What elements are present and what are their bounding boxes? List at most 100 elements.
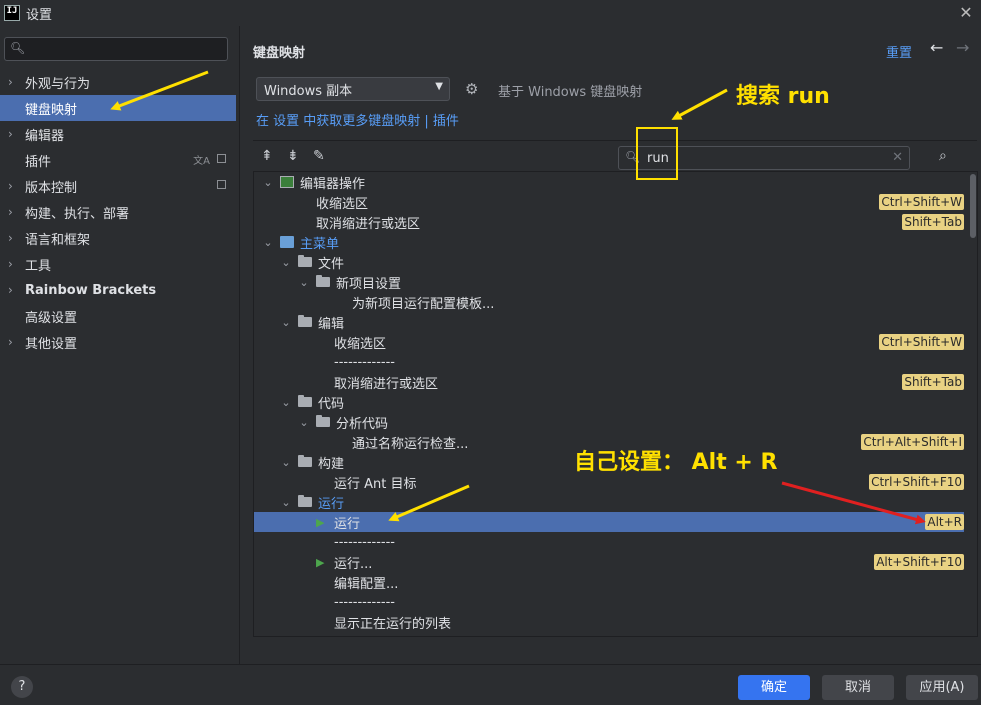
chevron-down-icon[interactable]: ⌄ <box>262 176 274 189</box>
project-scope-icon <box>217 154 226 163</box>
chevron-right-icon[interactable]: › <box>8 231 20 245</box>
tree-row-label: 显示正在运行的列表 <box>334 616 452 632</box>
action-search-field[interactable] <box>647 151 877 166</box>
folder-icon <box>298 315 312 327</box>
apply-button[interactable]: 应用(A) <box>906 675 978 700</box>
search-highlight-box <box>636 127 678 180</box>
chevron-down-icon[interactable]: ⌄ <box>280 396 292 409</box>
tree-row[interactable]: 编辑配置... <box>254 572 964 592</box>
chevron-right-icon[interactable]: › <box>8 75 20 89</box>
tree-row-label: 取消缩进行或选区 <box>334 376 439 392</box>
chevron-right-icon[interactable]: › <box>8 127 20 141</box>
tree-row[interactable]: ⌄ 代码 <box>254 392 964 412</box>
tree-row[interactable]: 显示正在运行的列表 <box>254 612 964 632</box>
chevron-down-icon[interactable]: ⌄ <box>280 316 292 329</box>
chevron-right-icon[interactable]: › <box>8 205 20 219</box>
sidebar-item[interactable]: › 构建、执行、部署 <box>0 199 236 225</box>
tree-row-label: 收缩选区 <box>316 196 369 212</box>
tree-row[interactable]: ⌄ 编辑 <box>254 312 964 332</box>
run-play-icon: ▶ <box>316 555 325 569</box>
sidebar-item[interactable]: 高级设置 <box>0 303 236 329</box>
shortcut-badge: Alt+Shift+F10 <box>874 554 964 570</box>
clear-search-icon[interactable]: ✕ <box>892 150 903 165</box>
chevron-down-icon[interactable]: ⌄ <box>280 256 292 269</box>
expand-all-icon[interactable]: ⇞ <box>261 148 273 164</box>
chevron-right-icon[interactable]: › <box>8 257 20 271</box>
sidebar-item[interactable]: › 编辑器 <box>0 121 236 147</box>
tree-row-label: 运行... <box>334 556 373 572</box>
shortcut-badge: Alt+R <box>925 514 964 530</box>
tree-row[interactable]: ⌄ 分析代码 <box>254 412 964 432</box>
tree-scrollbar[interactable] <box>970 174 976 238</box>
tree-row-label: 编辑 <box>318 316 345 332</box>
sidebar-item-label: 键盘映射 <box>25 102 78 118</box>
ok-button[interactable]: 确定 <box>738 675 810 700</box>
tree-row[interactable]: 取消缩进行或选区 Shift+Tab <box>254 372 964 392</box>
chevron-right-icon[interactable]: › <box>8 335 20 349</box>
tree-row-label: 取消缩进行或选区 <box>316 216 421 232</box>
chevron-right-icon[interactable]: › <box>8 179 20 193</box>
keymap-panel: 键盘映射 重置 ← → Windows 副本 ▼ ⚙ 基于 Windows 键盘… <box>241 26 981 664</box>
window-title: 设置 <box>26 7 53 23</box>
chevron-down-icon[interactable]: ⌄ <box>298 276 310 289</box>
sidebar-item-label: 其他设置 <box>25 336 78 352</box>
find-by-shortcut-icon[interactable]: ⌕ <box>939 148 947 164</box>
tree-row-label: 编辑器操作 <box>300 176 366 192</box>
tree-row[interactable]: ------------- <box>254 592 964 612</box>
get-more-keymaps-link[interactable]: 在 设置 中获取更多键盘映射 <box>256 114 420 129</box>
shortcut-badge: Ctrl+Shift+F10 <box>869 474 964 490</box>
chevron-right-icon[interactable]: › <box>8 283 20 297</box>
help-button[interactable]: ? <box>11 676 33 698</box>
tree-row[interactable]: ⌄ 运行 <box>254 492 964 512</box>
sidebar-item-label: 外观与行为 <box>25 76 91 92</box>
tree-row-label: 新项目设置 <box>336 276 402 292</box>
edit-pencil-icon[interactable]: ✎ <box>313 148 325 164</box>
forward-arrow-icon[interactable]: → <box>956 38 969 57</box>
chevron-down-icon[interactable]: ⌄ <box>262 236 274 249</box>
sidebar-item[interactable]: 插件 文A <box>0 147 236 173</box>
tree-row[interactable]: ▶ 运行 Alt+R <box>254 512 964 532</box>
cancel-button[interactable]: 取消 <box>822 675 894 700</box>
actions-tree: ⌄ 编辑器操作 收缩选区 Ctrl+Shift+W 取消缩进行或选区 Shift+Tab ⌄… <box>253 171 978 637</box>
reset-link[interactable]: 重置 <box>886 42 912 61</box>
tree-row[interactable]: ⌄ 文件 <box>254 252 964 272</box>
sidebar-search-input[interactable]: 🔍︎ <box>4 37 228 61</box>
tree-row[interactable]: 为新项目运行配置模板... <box>254 292 964 312</box>
chevron-down-icon[interactable]: ⌄ <box>280 456 292 469</box>
tree-row-label: 为新项目运行配置模板... <box>352 296 495 312</box>
sidebar-item[interactable]: › Rainbow Brackets <box>0 277 236 303</box>
sidebar-item-label: 编辑器 <box>25 128 65 144</box>
collapse-all-icon[interactable]: ⇟ <box>287 148 299 164</box>
sidebar-item[interactable]: › 其他设置 <box>0 329 236 355</box>
tree-row[interactable]: ------------- <box>254 532 964 552</box>
keymap-selected-value: Windows 副本 <box>264 83 353 99</box>
sidebar-item[interactable]: › 版本控制 <box>0 173 236 199</box>
tree-row-label: 收缩选区 <box>334 336 387 352</box>
chevron-down-icon[interactable]: ⌄ <box>280 496 292 509</box>
page-title: 键盘映射 <box>253 46 306 61</box>
back-arrow-icon[interactable]: ← <box>930 38 943 57</box>
tree-row[interactable]: ------------- <box>254 352 964 372</box>
close-icon[interactable]: ✕ <box>957 3 975 22</box>
sidebar-item[interactable]: 键盘映射 <box>0 95 236 121</box>
tree-row-label: 主菜单 <box>300 236 340 252</box>
search-annotation: 搜索 run <box>736 84 830 109</box>
tree-row[interactable]: ▶ 运行... Alt+Shift+F10 <box>254 552 964 572</box>
tree-row[interactable]: ⌄ 编辑器操作 <box>254 172 964 192</box>
sidebar-item[interactable]: › 外观与行为 <box>0 69 236 95</box>
sidebar-item[interactable]: › 工具 <box>0 251 236 277</box>
gear-icon[interactable]: ⚙ <box>465 80 478 98</box>
sidebar-item[interactable]: › 语言和框架 <box>0 225 236 251</box>
tree-row[interactable]: ⌄ 主菜单 <box>254 232 964 252</box>
tree-row[interactable]: 取消缩进行或选区 Shift+Tab <box>254 212 964 232</box>
keymap-dropdown[interactable]: Windows 副本 ▼ <box>256 77 450 101</box>
intellij-logo-icon: IJ <box>4 5 20 21</box>
tree-row[interactable]: 收缩选区 Ctrl+Shift+W <box>254 332 964 352</box>
shortcut-badge: Shift+Tab <box>902 214 964 230</box>
tree-row[interactable]: 收缩选区 Ctrl+Shift+W <box>254 192 964 212</box>
folder-icon <box>316 275 330 287</box>
plugins-link[interactable]: 插件 <box>433 114 459 129</box>
tree-row[interactable]: ⌄ 新项目设置 <box>254 272 964 292</box>
search-icon: 🔍︎ <box>10 41 26 55</box>
chevron-down-icon[interactable]: ⌄ <box>298 416 310 429</box>
